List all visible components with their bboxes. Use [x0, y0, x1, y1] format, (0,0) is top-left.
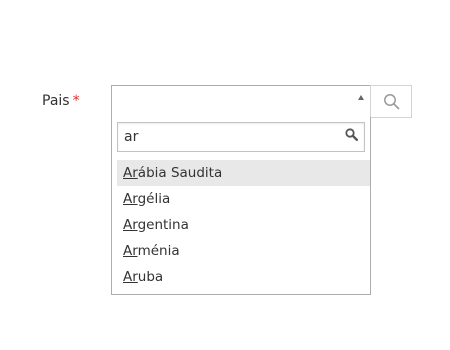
option-match: Ar: [123, 165, 138, 181]
option-match: Ar: [123, 191, 138, 207]
country-label-text: Pais: [42, 93, 70, 109]
option-rest: ábia Saudita: [137, 165, 223, 181]
option-rest: ménia: [137, 243, 180, 259]
option-arabia-saudita[interactable]: Arábia Saudita: [117, 160, 370, 186]
option-argentina[interactable]: Argentina: [117, 212, 370, 238]
option-rest: gentina: [137, 217, 189, 233]
magnifier-icon: [384, 94, 400, 110]
country-select[interactable]: [111, 85, 371, 117]
option-match: Ar: [123, 269, 138, 285]
options-list: Arábia Saudita Argélia Argentina Arménia…: [117, 160, 370, 290]
search-icon: [345, 128, 358, 141]
dropdown-search-box: [117, 122, 365, 152]
dropdown-search-input[interactable]: [118, 123, 338, 151]
caret-up-icon: [358, 95, 364, 100]
required-asterisk: *: [72, 93, 80, 109]
search-button[interactable]: [370, 85, 412, 118]
option-match: Ar: [123, 243, 138, 259]
option-match: Ar: [123, 217, 138, 233]
country-label: Pais *: [42, 92, 80, 110]
option-rest: uba: [137, 269, 164, 285]
country-field-form: Pais* Arábia Saudita Argélia Argentina A…: [0, 0, 450, 350]
option-armenia[interactable]: Arménia: [117, 238, 370, 264]
country-dropdown: Arábia Saudita Argélia Argentina Arménia…: [111, 117, 371, 295]
option-rest: gélia: [137, 191, 171, 207]
option-argelia[interactable]: Argélia: [117, 186, 370, 212]
option-aruba[interactable]: Aruba: [117, 264, 370, 290]
